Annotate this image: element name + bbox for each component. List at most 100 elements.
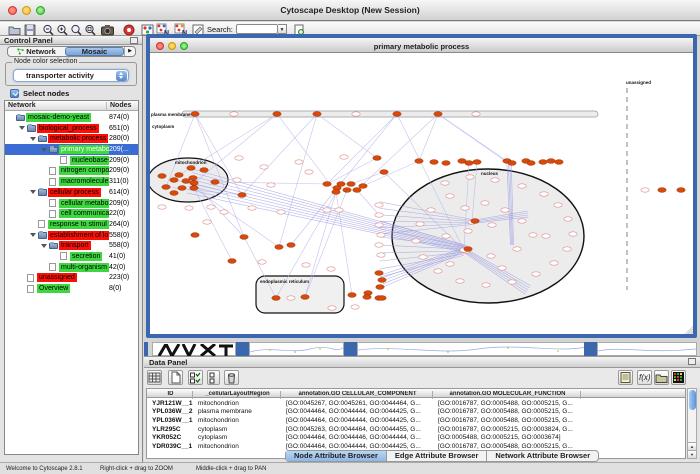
tree-row[interactable]: multi-organism pro42(0) (5, 262, 138, 273)
table-row[interactable]: YPL036W__2plasma membrane[GO:0044464, GO… (147, 408, 685, 417)
scrollbar-thumb[interactable] (689, 390, 696, 410)
background-window-4[interactable] (597, 342, 697, 356)
column-header[interactable]: ID (149, 391, 193, 399)
node-color-dropdown[interactable]: transporter activity (13, 69, 129, 82)
background-window-3-corner[interactable] (344, 342, 357, 356)
delete-attribute-icon[interactable] (224, 370, 239, 385)
tree-row-label: cellular metabo (59, 199, 109, 208)
tree-row[interactable]: primary metabo209(... (5, 144, 138, 155)
import-attributes-icon[interactable] (654, 370, 669, 385)
tree-row-label: cell communicat (59, 209, 109, 218)
tabs-overflow-arrow[interactable]: ▶ (124, 47, 135, 56)
tab-network[interactable]: Network (8, 47, 65, 56)
expand-arrow-icon[interactable] (30, 137, 36, 141)
file-icon (49, 167, 56, 175)
table-cell: [GO:0016787, GO:0005488, GO:0005215, G..… (438, 443, 584, 450)
tree-row[interactable]: response to stimul264(0) (5, 219, 138, 230)
browser-tab[interactable]: Edge Attribute Browser (387, 451, 487, 461)
tab-mosaic[interactable]: Mosaic (65, 47, 124, 56)
tree-row-nodes-count: 264(0) (109, 220, 129, 229)
tree-row[interactable]: nucleobase-209(0) (5, 155, 138, 166)
heatmap-icon[interactable] (671, 370, 686, 385)
zoom-out-icon[interactable] (42, 23, 55, 35)
table-cell: YPL036W__1 (152, 417, 196, 424)
data-panel-float-icon[interactable] (688, 358, 696, 365)
status-bar: Welcome to Cytoscape 2.8.1 Right-click +… (0, 462, 700, 474)
attribute-grid-icon[interactable] (147, 370, 162, 385)
scroll-down-icon[interactable]: ▼ (688, 450, 696, 458)
attribute-table-header: ID_cellularLayoutRegionannotation.GO CEL… (147, 389, 685, 398)
unselect-attributes-icon[interactable] (207, 370, 220, 385)
tree-row[interactable]: biological_process651(0) (5, 123, 138, 134)
zoom-in-icon[interactable] (56, 23, 69, 35)
tree-row[interactable]: nitrogen compo209(0) (5, 165, 138, 176)
tree-row[interactable]: cellular process 614(0) (5, 187, 138, 198)
tree-row[interactable]: macromolecule311(0) (5, 176, 138, 187)
background-window-2[interactable] (249, 342, 344, 356)
column-header[interactable]: annotation.GO CELLULAR_COMPONENT (283, 391, 433, 399)
browser-tab[interactable]: Network Attribute Browser (487, 451, 598, 461)
background-window-2-corner[interactable] (236, 342, 249, 356)
expand-arrow-icon[interactable] (30, 233, 36, 237)
table-cell: plasma membrane (198, 408, 284, 415)
select-nodes-checkbox[interactable] (10, 89, 19, 98)
network-canvas[interactable]: plasma membranecytoplasmmitochondrionnuc… (150, 53, 693, 334)
tree-row[interactable]: establishment of lo558(0) (5, 230, 138, 241)
open-file-icon[interactable] (8, 23, 21, 35)
table-row[interactable]: YKR052Ccytoplasm[GO:0044464, GO:0044446,… (147, 434, 685, 443)
tree-row[interactable]: secretion41(0) (5, 251, 138, 262)
folder-icon (49, 147, 58, 154)
expand-arrow-icon[interactable] (30, 190, 36, 194)
zoom-selected-icon[interactable] (84, 23, 97, 35)
table-row[interactable]: YJR121W__1mitochondrion[GO:0045267, GO:0… (147, 399, 685, 408)
zoom-fit-icon[interactable] (70, 23, 83, 35)
tree-row[interactable]: transport558(0) (5, 240, 138, 251)
search-input[interactable] (236, 24, 278, 34)
table-cell: YPL036W__2 (152, 408, 196, 415)
snapshot-icon[interactable] (101, 23, 114, 35)
table-row[interactable]: YPL036W__1mitochondrion[GO:0044464, GO:0… (147, 416, 685, 425)
new-attribute-icon[interactable] (168, 370, 183, 385)
window-title: Cytoscape Desktop (New Session) (0, 5, 700, 15)
expand-arrow-icon[interactable] (41, 148, 47, 152)
background-window-edge[interactable] (144, 342, 148, 356)
tree-row-nodes-count: 42(0) (109, 263, 125, 272)
tree-row[interactable]: cell communicat22(0) (5, 208, 138, 219)
notes-icon[interactable] (618, 370, 633, 385)
background-window-3[interactable] (357, 342, 587, 356)
tree-row[interactable]: Overview8(0) (5, 283, 138, 294)
svg-text:plasma membrane: plasma membrane (151, 112, 191, 117)
save-icon[interactable] (24, 23, 37, 35)
column-header[interactable]: _cellularLayoutRegion (195, 391, 281, 399)
tab-mosaic-label: Mosaic (82, 47, 107, 56)
expand-arrow-icon[interactable] (19, 126, 25, 130)
tree-row-nodes-count: 614(0) (109, 188, 129, 197)
table-row[interactable]: YLR295Ccytoplasm[GO:0045263, GO:0044464,… (147, 425, 685, 434)
select-nodes-row: Select nodes (10, 89, 69, 100)
tree-row[interactable]: mosaic-demo-yeast874(0) (5, 112, 138, 123)
table-cell: [GO:0044464, GO:0044444, GO:0044425, G..… (286, 417, 436, 424)
data-panel-title: Data Panel (149, 358, 187, 367)
background-window-1[interactable] (152, 342, 236, 356)
tree-row-nodes-count: 209(0) (109, 166, 129, 175)
search-dropdown-arrow[interactable]: ▼ (278, 24, 287, 34)
expand-arrow-icon[interactable] (41, 244, 47, 248)
tree-row[interactable]: metabolic process280(0) (5, 133, 138, 144)
tree-row[interactable]: cellular metabo209(0) (5, 198, 138, 209)
tree-row-label: Overview (37, 284, 70, 293)
function-builder-icon[interactable]: f(x) (637, 370, 652, 385)
window-titlebar: Cytoscape Desktop (New Session) (0, 0, 700, 21)
column-header[interactable]: annotation.GO MOLECULAR_FUNCTION (435, 391, 581, 399)
table-scrollbar[interactable]: ▲ ▼ (687, 388, 697, 459)
tree-row[interactable]: unassigned223(0) (5, 272, 138, 283)
tree-row-label: cellular process (48, 188, 101, 197)
tree-row-label: multi-organism pro (59, 263, 109, 272)
select-attributes-icon[interactable] (188, 370, 203, 385)
float-panel-icon[interactable] (130, 37, 138, 44)
resize-grip[interactable] (684, 325, 693, 334)
browser-tab[interactable]: Node Attribute Browser (286, 451, 387, 461)
svg-text:mitochondrion: mitochondrion (175, 160, 207, 165)
help-icon[interactable] (123, 23, 136, 35)
background-window-4-corner[interactable] (584, 342, 597, 356)
scroll-up-icon[interactable]: ▲ (688, 442, 696, 450)
